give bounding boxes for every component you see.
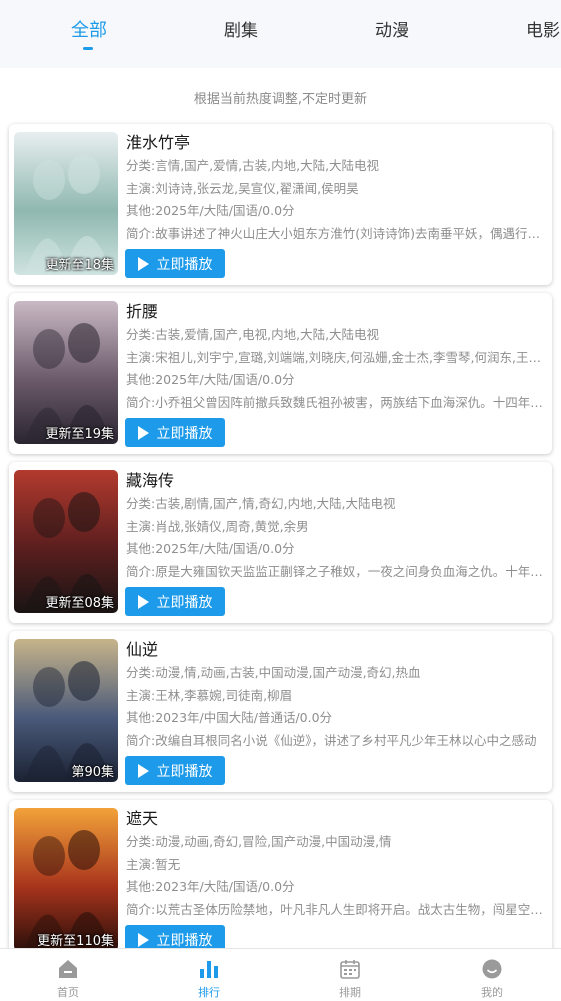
- show-info: 遮天 分类:动漫,动画,奇幻,冒险,国产动漫,中国动漫,情 主演:暂无 其他:2…: [126, 807, 546, 921]
- show-card[interactable]: 第90集 仙逆 分类:动漫,情,动画,古装,中国动漫,国产动漫,奇幻,热血 主演…: [9, 631, 552, 792]
- category-tab-bar: 全部 剧集 动漫 电影: [0, 0, 561, 68]
- profile-icon: [452, 957, 532, 981]
- nav-schedule[interactable]: 排期: [310, 957, 390, 1000]
- play-now-button[interactable]: 立即播放: [125, 587, 225, 616]
- show-category: 分类:古装,剧情,国产,情,奇幻,内地,大陆,大陆电视: [126, 496, 396, 511]
- show-info: 折腰 分类:古装,爱情,国产,电视,内地,大陆,大陆电视 主演:宋祖儿,刘宇宁,…: [126, 300, 546, 414]
- nav-ranking-label: 排行: [198, 986, 220, 999]
- show-cast: 主演:宋祖儿,刘宇宁,宣璐,刘端端,刘晓庆,何泓姗,金士杰,李雪琴,何润东,王成…: [126, 349, 546, 365]
- play-now-button[interactable]: 立即播放: [125, 756, 225, 785]
- play-now-button[interactable]: 立即播放: [125, 249, 225, 278]
- tab-movie[interactable]: 电影: [526, 16, 560, 41]
- bottom-navigation: 首页 排行 排期 我的: [0, 948, 561, 1001]
- show-title[interactable]: 藏海传: [126, 469, 546, 493]
- show-intro: 简介:以荒古圣体历险禁地，叶凡非凡人生即将开启。战太古生物，闯星空古路: [126, 901, 546, 917]
- show-cast: 主演:刘诗诗,张云龙,吴宣仪,翟潇闻,侯明昊: [126, 180, 359, 196]
- show-intro: 简介:小乔祖父曾因阵前撤兵致魏氏祖孙被害，两族结下血海深仇。十四年后魏劭: [126, 394, 546, 410]
- episode-badge: 更新至18集: [45, 258, 114, 273]
- show-title[interactable]: 仙逆: [126, 638, 546, 662]
- episode-badge: 更新至19集: [45, 427, 114, 442]
- show-cast: 主演:王林,李慕婉,司徒南,柳眉: [126, 687, 293, 703]
- show-category: 分类:动漫,情,动画,古装,中国动漫,国产动漫,奇幻,热血: [126, 665, 421, 680]
- play-icon: [137, 594, 149, 609]
- home-icon: [28, 957, 108, 981]
- poster-image[interactable]: 第90集: [14, 639, 118, 782]
- play-now-label: 立即播放: [156, 256, 213, 273]
- show-other: 其他:2025年/大陆/国语/0.0分: [126, 372, 295, 387]
- tab-all[interactable]: 全部: [71, 16, 107, 42]
- nav-profile[interactable]: 我的: [452, 957, 532, 1000]
- play-icon: [137, 425, 149, 440]
- show-category: 分类:古装,爱情,国产,电视,内地,大陆,大陆电视: [126, 327, 380, 342]
- ranking-icon: [169, 957, 249, 981]
- show-other: 其他:2025年/大陆/国语/0.0分: [126, 541, 295, 556]
- show-intro: 简介:故事讲述了神火山庄大小姐东方淮竹(刘诗诗饰)去南垂平妖，偶遇行侠仗义的少年: [126, 225, 546, 241]
- episode-badge: 更新至110集: [37, 934, 114, 949]
- episode-badge: 更新至08集: [45, 596, 114, 611]
- nav-profile-label: 我的: [481, 986, 503, 999]
- poster-image[interactable]: 更新至19集: [14, 301, 118, 444]
- play-now-button[interactable]: 立即播放: [125, 418, 225, 447]
- show-category: 分类:言情,国产,爱情,古装,内地,大陆,大陆电视: [126, 158, 380, 173]
- tab-anime[interactable]: 动漫: [375, 16, 409, 41]
- active-tab-indicator: [83, 47, 93, 50]
- poster-image[interactable]: 更新至110集: [14, 808, 118, 951]
- poster-image[interactable]: 更新至18集: [14, 132, 118, 275]
- tab-series[interactable]: 剧集: [224, 16, 258, 41]
- show-other: 其他:2025年/大陆/国语/0.0分: [126, 203, 295, 218]
- show-info: 淮水竹亭 分类:言情,国产,爱情,古装,内地,大陆,大陆电视 主演:刘诗诗,张云…: [126, 131, 546, 245]
- show-info: 仙逆 分类:动漫,情,动画,古装,中国动漫,国产动漫,奇幻,热血 主演:王林,李…: [126, 638, 546, 752]
- show-card[interactable]: 更新至110集 遮天 分类:动漫,动画,奇幻,冒险,国产动漫,中国动漫,情 主演…: [9, 800, 552, 961]
- show-intro: 简介:改编自耳根同名小说《仙逆》，讲述了乡村平凡少年王林以心中之感动: [126, 732, 537, 748]
- show-other: 其他:2023年/大陆/国语/0.0分: [126, 879, 295, 894]
- nav-ranking[interactable]: 排行: [169, 957, 249, 1000]
- poster-image[interactable]: 更新至08集: [14, 470, 118, 613]
- show-category: 分类:动漫,动画,奇幻,冒险,国产动漫,中国动漫,情: [126, 834, 392, 849]
- play-now-label: 立即播放: [156, 763, 213, 780]
- nav-schedule-label: 排期: [339, 986, 361, 999]
- play-icon: [137, 932, 149, 947]
- show-other: 其他:2023年/中国大陆/普通话/0.0分: [126, 710, 333, 725]
- show-cast: 主演:肖战,张婧仪,周奇,黄觉,余男: [126, 518, 309, 534]
- play-now-label: 立即播放: [156, 932, 213, 949]
- episode-badge: 第90集: [71, 765, 114, 780]
- show-cast: 主演:暂无: [126, 856, 181, 872]
- show-title[interactable]: 折腰: [126, 300, 546, 324]
- show-title[interactable]: 遮天: [126, 807, 546, 831]
- play-now-label: 立即播放: [156, 425, 213, 442]
- update-hint: 根据当前热度调整,不定时更新: [193, 92, 368, 107]
- calendar-icon: [310, 957, 390, 981]
- show-card[interactable]: 更新至08集 藏海传 分类:古装,剧情,国产,情,奇幻,内地,大陆,大陆电视 主…: [9, 462, 552, 623]
- show-card[interactable]: 更新至19集 折腰 分类:古装,爱情,国产,电视,内地,大陆,大陆电视 主演:宋…: [9, 293, 552, 454]
- play-icon: [137, 256, 149, 271]
- play-icon: [137, 763, 149, 778]
- show-card[interactable]: 更新至18集 淮水竹亭 分类:言情,国产,爱情,古装,内地,大陆,大陆电视 主演…: [9, 124, 552, 285]
- show-intro: 简介:原是大雍国钦天监监正蒯铎之子稚奴，一夜之间身负血海之仇。十年隐忍: [126, 563, 546, 579]
- nav-home[interactable]: 首页: [28, 957, 108, 1000]
- show-title[interactable]: 淮水竹亭: [126, 131, 546, 155]
- play-now-label: 立即播放: [156, 594, 213, 611]
- nav-home-label: 首页: [57, 986, 79, 999]
- show-info: 藏海传 分类:古装,剧情,国产,情,奇幻,内地,大陆,大陆电视 主演:肖战,张婧…: [126, 469, 546, 583]
